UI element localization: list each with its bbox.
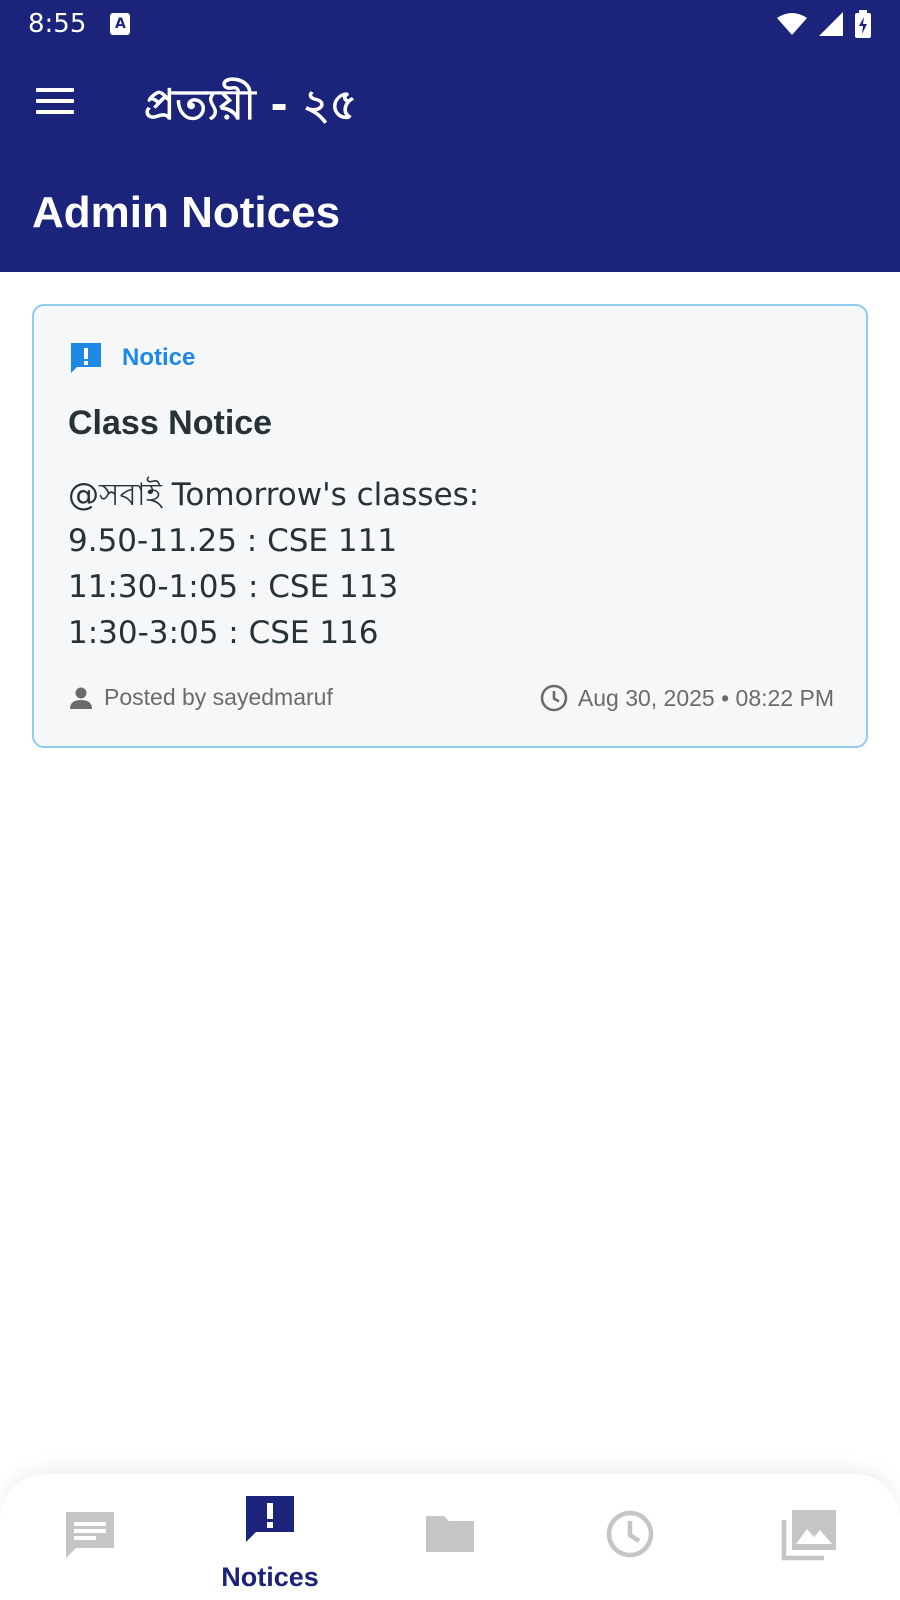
clock-icon <box>540 684 568 712</box>
notice-body-line: 11:30-1:05 : CSE 113 <box>68 569 399 605</box>
page-header: Admin Notices <box>0 160 900 272</box>
status-time: 8:55 <box>28 9 87 39</box>
bottom-navigation: Notices <box>0 1474 900 1600</box>
nav-label-notices: Notices <box>221 1562 319 1592</box>
wifi-icon <box>777 13 807 35</box>
app-bar: প্রত্যয়ী - ২৫ <box>0 48 900 160</box>
chat-icon <box>66 1512 114 1558</box>
page-title: Admin Notices <box>32 188 341 237</box>
notice-tag: Notice <box>68 340 195 376</box>
status-icons <box>776 10 872 38</box>
notice-body-line: @সবাই Tomorrow's classes: <box>68 477 480 513</box>
nav-item-history[interactable] <box>540 1474 720 1600</box>
notice-body-line: 1:30-3:05 : CSE 116 <box>68 615 379 651</box>
notice-icon <box>71 343 101 373</box>
nav-item-notices[interactable]: Notices <box>180 1474 360 1600</box>
notice-title: Class Notice <box>68 404 273 442</box>
nav-item-chat[interactable] <box>0 1474 180 1600</box>
menu-icon[interactable] <box>36 88 76 118</box>
battery-icon <box>855 10 871 38</box>
nav-item-folder[interactable] <box>360 1474 540 1600</box>
person-icon <box>70 687 92 709</box>
notice-body: @সবাই Tomorrow's classes: 9.50-11.25 : C… <box>68 472 479 656</box>
posted-by-text: Posted by sayedmaruf <box>104 684 333 710</box>
signal-icon <box>819 12 843 36</box>
notice-body-line: 9.50-11.25 : CSE 111 <box>68 523 398 559</box>
gallery-icon <box>781 1510 836 1561</box>
nav-item-gallery[interactable] <box>720 1474 900 1600</box>
timestamp-text: Aug 30, 2025 • 08:22 PM <box>577 684 834 711</box>
notice-icon <box>246 1496 294 1542</box>
clock-icon <box>606 1510 654 1558</box>
accessibility-indicator-icon: A <box>110 13 131 35</box>
status-bar: 8:55 A <box>0 0 900 48</box>
notice-timestamp: Aug 30, 2025 • 08:22 PM <box>540 684 834 712</box>
folder-icon <box>426 1516 474 1552</box>
notice-author: Posted by sayedmaruf <box>68 684 333 711</box>
notice-card[interactable]: Notice Class Notice @সবাই Tomorrow's cla… <box>32 304 868 748</box>
app-title: প্রত্যয়ী - ২৫ <box>144 80 358 129</box>
notice-tag-label: Notice <box>122 344 196 371</box>
